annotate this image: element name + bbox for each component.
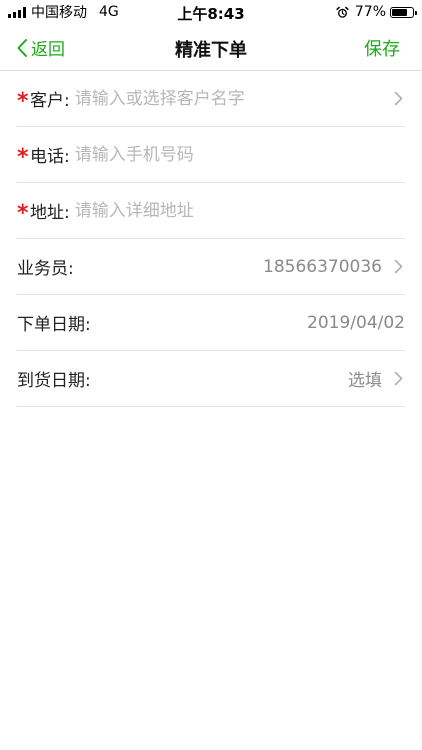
battery-icon [390,6,417,18]
address-row[interactable]: * 地址: [17,183,405,239]
arrival-date-label: 到货日期: [17,371,91,391]
phone-label: 电话: [30,147,70,167]
battery-percent: 77% [354,4,386,20]
battery-cap [415,10,417,15]
address-input[interactable] [74,200,405,221]
salesperson-row[interactable]: 业务员: 18566370036 [17,239,405,295]
customer-label: 客户: [30,91,70,111]
arrival-date-value: 选填 [348,371,382,391]
status-bar: 中国移动 4G 上午8:43 77% [0,0,422,24]
screen: 中国移动 4G 上午8:43 77% 返回 精准下单 保存 * 客户: 请输入或… [0,0,422,750]
order-date-row[interactable]: 下单日期: 2019/04/02 [17,295,405,351]
order-date-label: 下单日期: [17,315,91,335]
chevron-right-icon[interactable] [394,371,403,386]
order-date-value: 2019/04/02 [307,312,405,333]
customer-input[interactable] [74,88,386,109]
chevron-right-icon[interactable] [394,259,403,274]
alarm-clock-icon [336,6,349,18]
customer-row[interactable]: * 客户: [17,71,405,127]
battery-fill [392,8,408,16]
page-title: 精准下单 [175,40,247,61]
required-mark: * [17,88,29,114]
address-label: 地址: [30,203,70,223]
phone-row[interactable]: * 电话: [17,127,405,183]
save-button[interactable]: 保存 [364,35,400,61]
salesperson-label: 业务员: [17,259,74,279]
order-form: * 客户: * 电话: * 地址: 业务员: 18566370036 下单日期: [0,71,422,407]
arrival-date-row[interactable]: 到货日期: 选填 [17,351,405,407]
required-mark: * [17,200,29,226]
chevron-right-icon[interactable] [394,91,403,106]
required-mark: * [17,144,29,170]
salesperson-value: 18566370036 [263,256,382,277]
phone-input[interactable] [74,144,405,165]
nav-bar: 返回 精准下单 保存 [0,24,422,71]
status-right: 77% [336,4,417,20]
